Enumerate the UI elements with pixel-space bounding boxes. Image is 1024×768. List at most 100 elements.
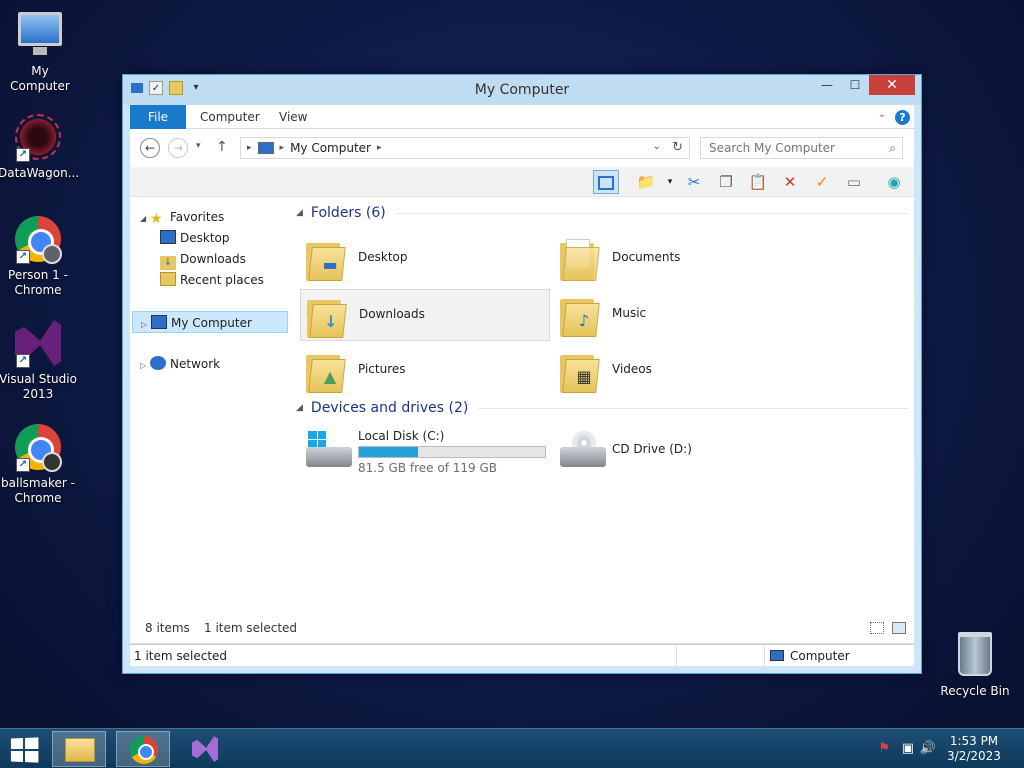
folder-name: Pictures bbox=[358, 362, 406, 376]
search-input[interactable] bbox=[701, 138, 871, 158]
volume-icon[interactable]: 🔊 bbox=[920, 741, 936, 756]
desktop-icon bbox=[160, 230, 176, 244]
minimize-button[interactable]: — bbox=[813, 75, 841, 95]
clock-date: 3/2/2023 bbox=[947, 749, 1001, 763]
recent-places-icon bbox=[160, 272, 176, 286]
rename-icon[interactable]: ▭ bbox=[841, 170, 867, 194]
nav-favorites[interactable]: ◢ ★ Favorites bbox=[140, 206, 224, 228]
computer-small-icon bbox=[257, 142, 274, 154]
nav-label: Favorites bbox=[170, 210, 225, 224]
drive-tile-cd-drive-d[interactable]: CD Drive (D:) bbox=[554, 425, 804, 477]
desktop-icon-ballsmaker-chrome[interactable]: ↗ ballsmaker - Chrome bbox=[0, 424, 78, 506]
folder-tile-pictures[interactable]: ▲ Pictures bbox=[300, 345, 550, 397]
network-icon bbox=[150, 356, 166, 370]
taskbar-visual-studio[interactable] bbox=[178, 731, 232, 767]
nav-label: My Computer bbox=[171, 316, 252, 330]
close-button[interactable]: ✕ bbox=[869, 75, 915, 95]
drive-free-space: 81.5 GB free of 119 GB bbox=[358, 461, 497, 475]
action-center-flag-icon[interactable]: ⚑ bbox=[878, 741, 890, 756]
address-bar[interactable]: ▸ ▸ My Computer ▸ ⌄ ↻ bbox=[240, 137, 690, 159]
collapse-triangle-icon[interactable]: ◢ bbox=[296, 403, 303, 413]
folder-tile-documents[interactable]: Documents bbox=[554, 233, 804, 285]
recent-locations-icon[interactable]: ▾ bbox=[196, 141, 201, 151]
group-header-drives[interactable]: ◢ Devices and drives (2) bbox=[296, 400, 908, 416]
computer-icon bbox=[16, 12, 64, 60]
help-icon[interactable]: ? bbox=[895, 110, 910, 125]
cut-icon[interactable]: ✂ bbox=[681, 170, 707, 194]
network-tray-icon[interactable]: ▣ bbox=[902, 741, 914, 756]
drive-usage-fill bbox=[359, 447, 418, 457]
shortcut-arrow-icon: ↗ bbox=[16, 354, 30, 368]
desktop-icon-recycle-bin[interactable]: Recycle Bin bbox=[935, 632, 1015, 699]
folder-tile-desktop[interactable]: ▬ Desktop bbox=[300, 233, 550, 285]
chevron-right-icon: ▸ bbox=[279, 143, 285, 153]
clock[interactable]: 1:53 PM 3/2/2023 bbox=[944, 734, 1004, 764]
nav-my-computer[interactable]: ▷ My Computer bbox=[132, 311, 288, 333]
taskbar: ⚑ ▣ 🔊 1:53 PM 3/2/2023 bbox=[0, 728, 1024, 768]
nav-network[interactable]: ▷ Network bbox=[140, 353, 220, 375]
start-button[interactable] bbox=[10, 737, 39, 763]
item-count: 8 items bbox=[145, 621, 190, 635]
taskbar-file-explorer[interactable] bbox=[52, 731, 106, 767]
large-icons-view-icon[interactable] bbox=[892, 622, 906, 634]
divider bbox=[478, 407, 908, 409]
check-icon[interactable]: ✓ bbox=[809, 170, 835, 194]
group-title: Folders (6) bbox=[310, 205, 386, 221]
chrome-icon bbox=[130, 736, 158, 764]
back-button[interactable]: ← bbox=[140, 138, 160, 158]
chevron-right-icon[interactable]: ▸ bbox=[377, 143, 382, 153]
windows-logo-icon bbox=[308, 431, 326, 447]
title-bar[interactable]: ✓ ▾ My Computer — ☐ ✕ bbox=[123, 75, 921, 105]
copy-icon[interactable]: ❐ bbox=[713, 170, 739, 194]
details-view-icon[interactable] bbox=[870, 622, 884, 634]
group-header-folders[interactable]: ◢ Folders (6) bbox=[296, 205, 908, 221]
expand-ribbon-icon[interactable]: ⌄ bbox=[878, 109, 886, 120]
delete-icon[interactable]: ✕ bbox=[777, 170, 803, 194]
desktop-icon-visual-studio[interactable]: ↗ Visual Studio 2013 bbox=[0, 320, 78, 402]
up-button[interactable]: ↑ bbox=[216, 139, 228, 155]
maximize-button[interactable]: ☐ bbox=[841, 75, 869, 95]
drive-tile-local-disk-c[interactable]: Local Disk (C:) 81.5 GB free of 119 GB bbox=[300, 425, 550, 477]
nav-recent-places[interactable]: Recent places bbox=[160, 269, 264, 291]
downloads-icon: ↓ bbox=[160, 256, 176, 270]
item-count-bar: 8 items 1 item selected bbox=[130, 613, 914, 643]
music-folder-icon: ♪ bbox=[560, 293, 600, 337]
forward-button[interactable]: → bbox=[168, 138, 188, 158]
globe-icon[interactable]: ◉ bbox=[881, 170, 907, 194]
address-dropdown-icon[interactable]: ⌄ bbox=[653, 141, 661, 152]
folder-tile-downloads[interactable]: ↓ Downloads bbox=[300, 289, 550, 341]
taskbar-chrome[interactable] bbox=[116, 731, 170, 767]
nav-desktop[interactable]: Desktop bbox=[160, 227, 230, 249]
desktop-icon-person1-chrome[interactable]: ↗ Person 1 - Chrome bbox=[0, 216, 78, 298]
folder-tile-videos[interactable]: ▦ Videos bbox=[554, 345, 804, 397]
preview-pane-icon[interactable] bbox=[593, 170, 619, 194]
search-icon[interactable]: ⌕ bbox=[889, 141, 896, 156]
tab-file[interactable]: File bbox=[130, 105, 186, 129]
desktop-icon-label: Visual Studio 2013 bbox=[0, 372, 77, 401]
tab-computer[interactable]: Computer bbox=[200, 105, 260, 129]
file-explorer-icon bbox=[65, 738, 95, 762]
collapsed-triangle-icon[interactable]: ▷ bbox=[141, 314, 151, 336]
collapsed-triangle-icon[interactable]: ▷ bbox=[140, 355, 150, 377]
content-area: ◢ ★ Favorites Desktop ↓ Downloads Recent pl… bbox=[130, 197, 914, 643]
drive-name: Local Disk (C:) bbox=[358, 429, 445, 443]
cd-drive-icon bbox=[560, 431, 606, 471]
desktop-icon-my-computer[interactable]: My Computer bbox=[0, 10, 80, 94]
paste-icon[interactable]: 📋 bbox=[745, 170, 771, 194]
clock-time: 1:53 PM bbox=[949, 734, 999, 748]
tab-view[interactable]: View bbox=[279, 105, 307, 129]
videos-folder-icon: ▦ bbox=[560, 349, 600, 393]
refresh-icon[interactable]: ↻ bbox=[672, 140, 683, 155]
expanded-triangle-icon[interactable]: ◢ bbox=[140, 208, 150, 230]
desktop-icon-datawagon[interactable]: ↗ DataWagon... bbox=[0, 114, 79, 181]
nav-label: Recent places bbox=[180, 273, 264, 287]
nav-downloads[interactable]: ↓ Downloads bbox=[160, 248, 246, 270]
desktop-icon-label: Recycle Bin bbox=[940, 684, 1010, 698]
folder-tile-music[interactable]: ♪ Music bbox=[554, 289, 804, 341]
collapse-triangle-icon[interactable]: ◢ bbox=[296, 208, 303, 218]
folder-name: Documents bbox=[612, 250, 681, 264]
chevron-down-icon[interactable]: ▾ bbox=[657, 170, 683, 194]
breadcrumb-my-computer[interactable]: My Computer bbox=[290, 141, 371, 155]
folder-options-icon[interactable]: 📁 bbox=[633, 170, 659, 194]
chrome-icon: ↗ bbox=[14, 424, 62, 472]
